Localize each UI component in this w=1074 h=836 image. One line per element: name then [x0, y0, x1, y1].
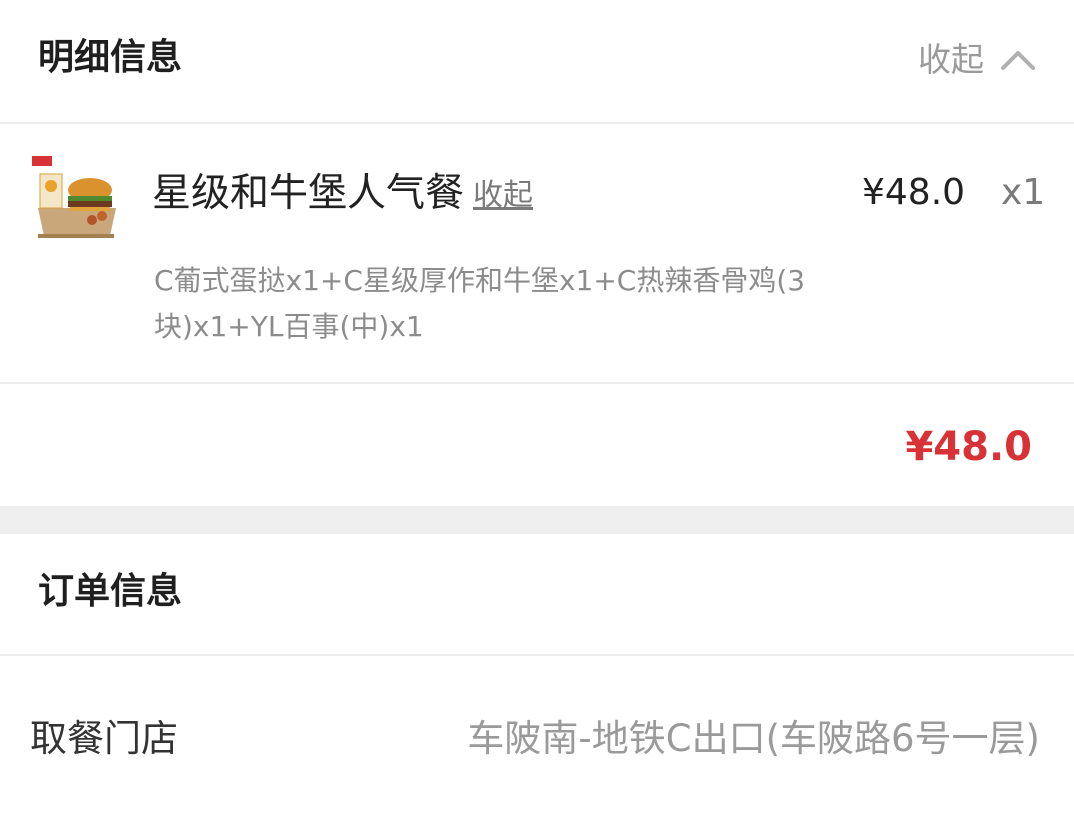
collapse-toggle-label: 收起: [918, 40, 984, 79]
item-collapse-link[interactable]: 收起: [473, 176, 533, 216]
total-amount: ¥48.0: [905, 424, 1032, 470]
item-name: 星级和牛堡人气餐: [152, 171, 465, 216]
detail-header: 明细信息 收起: [0, 0, 1074, 122]
total-row: ¥48.0: [0, 384, 1074, 506]
detail-title: 明细信息: [38, 37, 183, 78]
pickup-store-row: 取餐门店 车陂南-地铁C出口(车陂路6号一层): [0, 656, 1074, 836]
pickup-store-label: 取餐门店: [30, 717, 178, 760]
item-price: ¥48.0: [862, 172, 966, 213]
burger-meal-thumbnail-icon: [32, 156, 116, 238]
item-quantity: x1: [1001, 172, 1046, 213]
chevron-up-icon: [1001, 51, 1035, 70]
collapse-toggle-button[interactable]: 收起: [918, 38, 1036, 82]
order-info-title: 订单信息: [38, 571, 183, 612]
section-separator: [0, 506, 1074, 534]
pickup-store-value: 车陂南-地铁C出口(车陂路6号一层): [467, 717, 1040, 760]
order-info-header: 订单信息: [0, 534, 1074, 654]
item-description: C葡式蛋挞x1+C星级厚作和牛堡x1+C热辣香骨鸡(3块)x1+YL百事(中)x…: [154, 264, 806, 343]
